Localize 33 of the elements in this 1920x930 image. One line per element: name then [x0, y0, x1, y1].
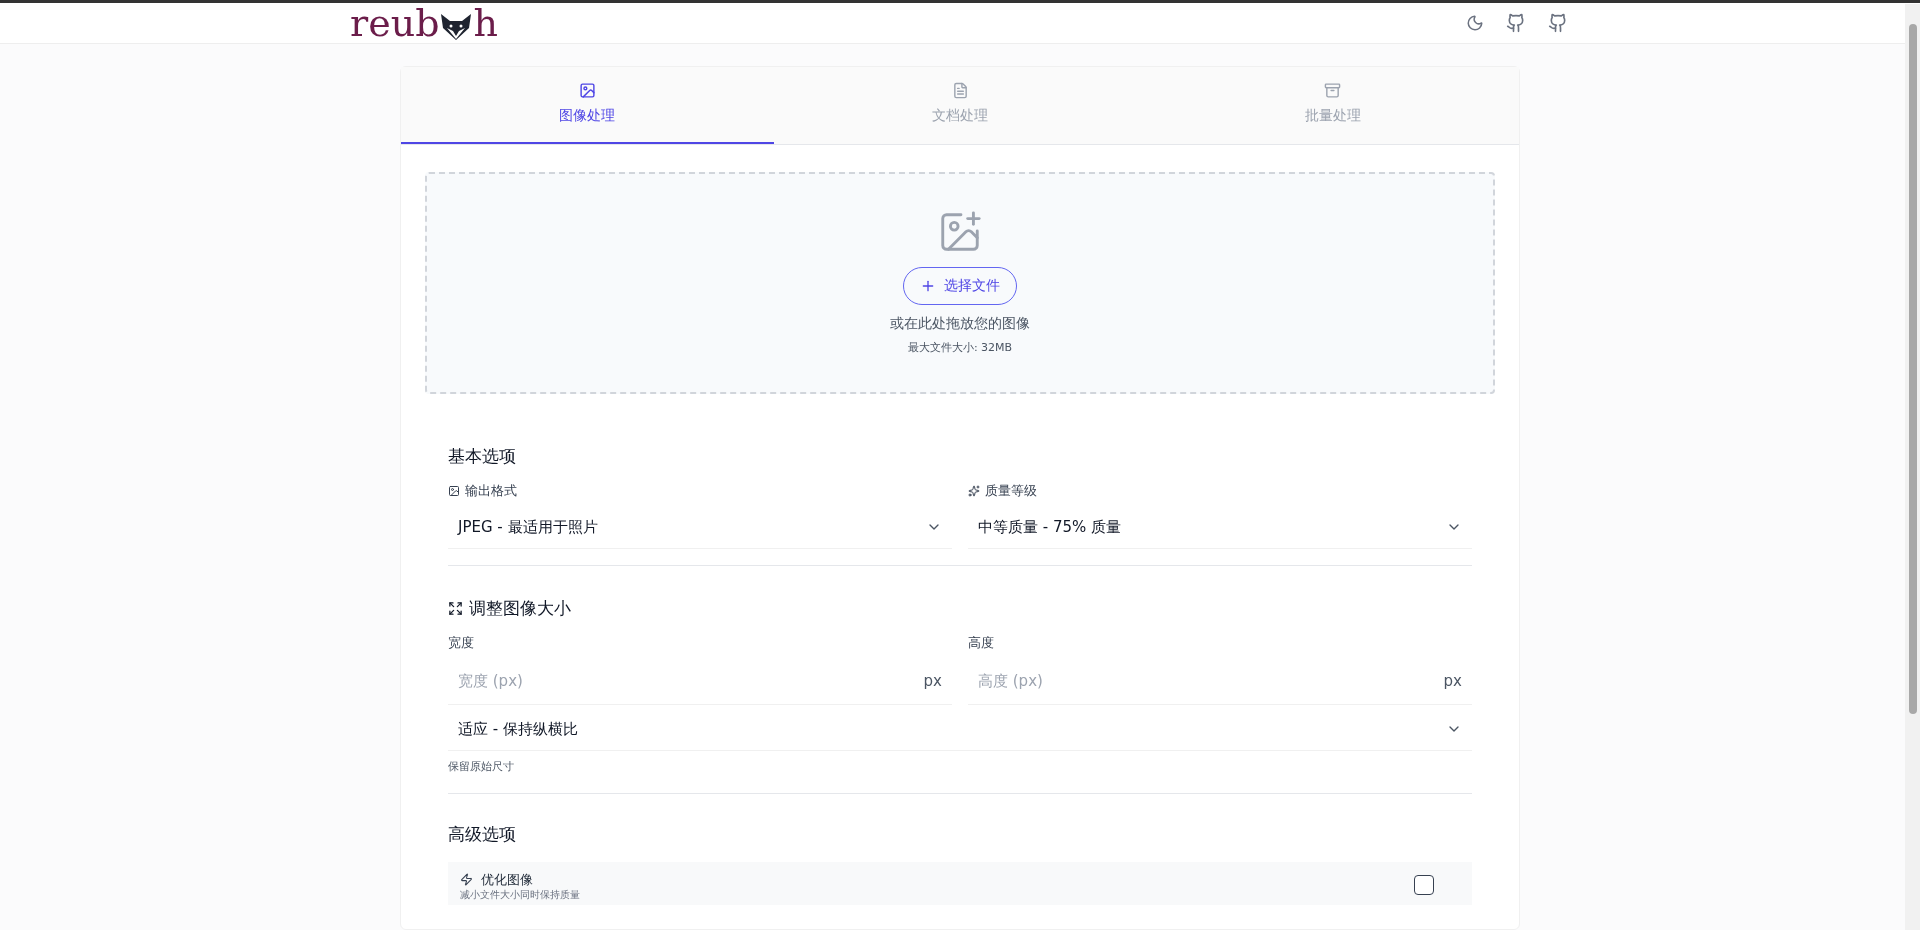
section-title: 调整图像大小 [469, 596, 571, 620]
file-size-limit: 最大文件大小: 32MB [907, 339, 1013, 356]
input-field[interactable]: 高度 (px) [978, 669, 1378, 693]
field-label: 质量等级 [985, 482, 1037, 500]
lightning-icon [460, 872, 473, 886]
input-field[interactable]: 宽度 (px) [458, 669, 858, 693]
logo[interactable]: reub h [350, 3, 498, 42]
scrollbar[interactable] [1905, 4, 1920, 930]
field-label: 宽度 [448, 634, 475, 652]
select-field[interactable]: 适应 - 保持纵横比 [448, 708, 1472, 751]
field-icon [448, 484, 460, 497]
github-icon[interactable] [1548, 12, 1568, 33]
moon-icon[interactable] [1466, 13, 1484, 32]
field-icon [968, 484, 980, 497]
checkbox[interactable] [1414, 875, 1434, 896]
expand-icon [448, 600, 463, 616]
tab[interactable]: 图像处理 [401, 66, 774, 144]
option-label: 优化图像 [481, 870, 533, 889]
field-label: 高度 [968, 634, 995, 652]
field-label: 输出格式 [465, 482, 517, 500]
drop-hint: 或在此处拖放您的图像 [890, 313, 1030, 333]
section-title: 基本选项 [448, 444, 517, 468]
select-field[interactable]: 中等质量 - 75% 质量 [968, 506, 1472, 549]
main-card: 图像处理 文档处理 批量处理 选择文件 或在此处拖放您的图像 最大文件大小: 32MB 基本选项 输出格式 JPEG - 最适用于照片 质量等级 中等质量 - 75% 质量 调整图像大小 宽度 宽度 (px) px 高度 高度 (px) px 适应 - 保持纵横比 保留原始尺寸 高级选项 优化图像 减小文件大小同时保持质量 [400, 65, 1520, 930]
resize-note: 保留原始尺寸 [448, 758, 515, 775]
select-field[interactable]: JPEG - 最适用于照片 [448, 506, 952, 549]
github-icon[interactable] [1506, 12, 1526, 33]
tab-icon [951, 82, 969, 99]
tab-icon [1324, 82, 1342, 99]
option-description: 减小文件大小同时保持质量 [460, 889, 580, 901]
dropzone[interactable]: 选择文件 或在此处拖放您的图像 最大文件大小: 32MB [425, 171, 1495, 394]
tab-icon [578, 82, 596, 99]
section-title: 高级选项 [448, 823, 517, 846]
